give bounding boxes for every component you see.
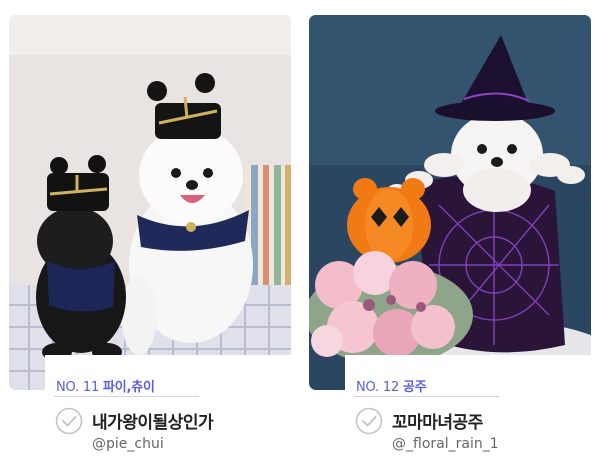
entry-title: 꼬마마녀공주 [392,413,483,433]
entry-label-underline [354,396,499,397]
vote-check-button[interactable] [355,407,383,435]
vote-check-button[interactable] [55,407,83,435]
entry-card[interactable]: NO. 12 공주 꼬마마녀공주 @_floral_rain_1 [309,15,591,463]
check-circle-icon [55,407,83,435]
check-circle-icon [355,407,383,435]
entry-label: NO. 11 파이,츄이 [56,376,155,395]
entry-number: NO. 12 [356,380,400,395]
contest-entry-grid: NO. 11 파이,츄이 내가왕이될상인가 @pie_chui NO. 12 공… [0,0,602,463]
entry-label: NO. 12 공주 [356,376,427,395]
entry-photo[interactable] [309,15,591,390]
entry-title: 내가왕이될상인가 [92,413,214,433]
entry-pet-name: 파이,츄이 [102,380,155,395]
entry-handle[interactable]: @_floral_rain_1 [392,436,499,452]
entry-number: NO. 11 [56,380,100,395]
entry-pet-name: 공주 [402,380,427,395]
entry-photo[interactable] [9,15,291,390]
entry-label-underline [54,396,199,397]
pet-photo-dogs-royal-hats [9,15,291,390]
entry-handle[interactable]: @pie_chui [92,436,164,452]
entry-card[interactable]: NO. 11 파이,츄이 내가왕이될상인가 @pie_chui [9,15,291,463]
pet-photo-witch-dog [309,15,591,390]
